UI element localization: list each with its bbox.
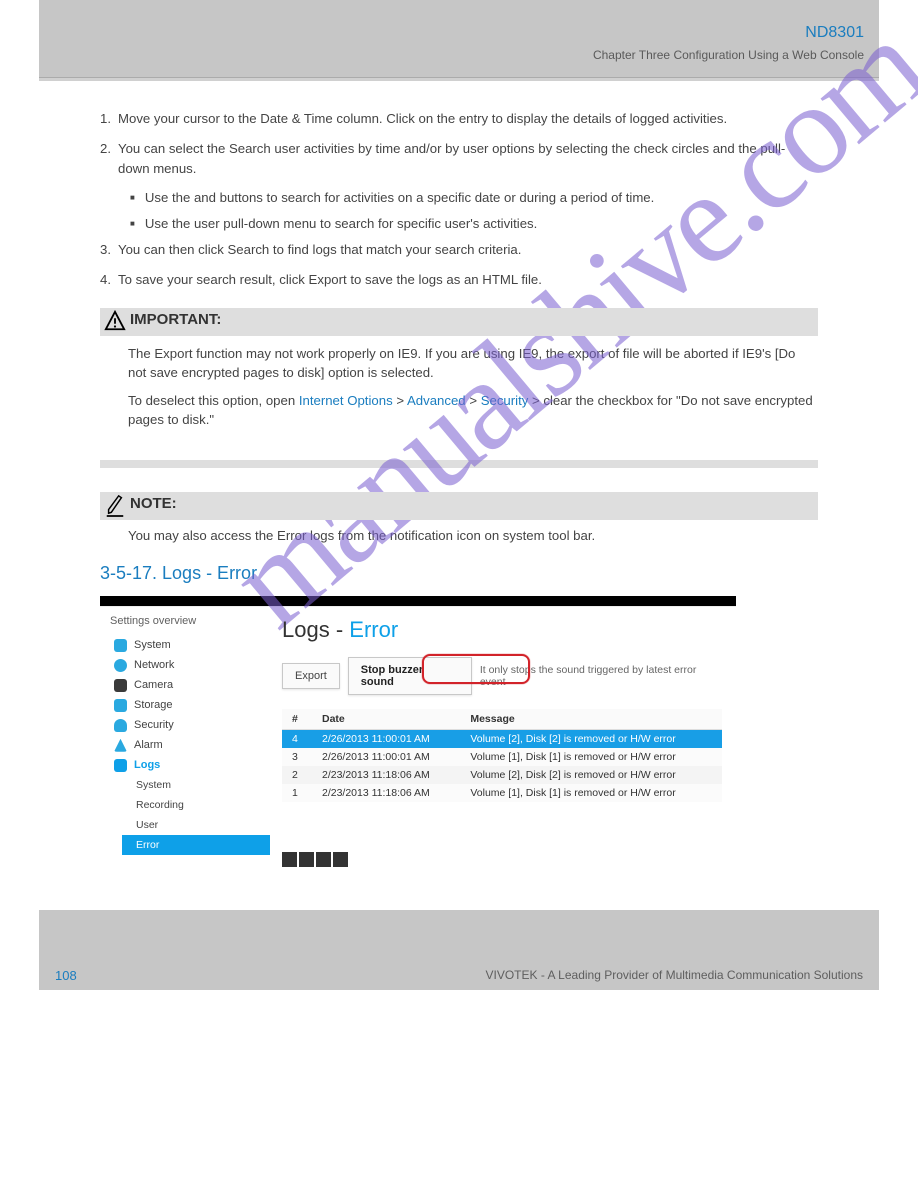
annotation-highlight <box>422 654 530 684</box>
export-button[interactable]: Export <box>282 663 340 689</box>
step-text: To save your search result, click Export… <box>118 270 814 290</box>
sidebar-sub-system[interactable]: System <box>132 775 270 795</box>
step-text: Move your cursor to the Date & Time colu… <box>118 109 814 129</box>
section-heading-error: 3-5-17. Logs - Error <box>100 563 818 584</box>
cell-n: 4 <box>282 730 312 749</box>
important-bar: IMPORTANT: <box>100 308 818 336</box>
page-title-part2: Error <box>349 617 398 642</box>
important-p1: The Export function may not work properl… <box>128 344 814 383</box>
cell-n: 1 <box>282 784 312 802</box>
page-prev-button[interactable] <box>299 852 314 867</box>
step-sub-bullet: Use the user pull-down menu to search fo… <box>100 214 818 234</box>
footer-owner: VIVOTEK - A Leading Provider of Multimed… <box>485 968 863 982</box>
step-number: 3. <box>100 240 118 260</box>
note-title: NOTE: <box>130 495 177 512</box>
sidebar-sub-error[interactable]: Error <box>122 835 270 855</box>
sidebar-item-storage[interactable]: Storage <box>110 695 270 715</box>
storage-icon <box>114 699 127 712</box>
screenshot-titlebar <box>100 596 736 606</box>
important-body: The Export function may not work properl… <box>100 344 818 468</box>
important-title: IMPORTANT: <box>130 311 221 328</box>
page-number: 108 <box>55 968 77 983</box>
table-row[interactable]: 22/23/2013 11:18:06 AMVolume [2], Disk [… <box>282 766 722 784</box>
sidebar-item-label: Security <box>134 715 174 735</box>
cell-date: 2/26/2013 11:00:01 AM <box>312 730 460 749</box>
error-log-table: # Date Message 42/26/2013 11:00:01 AMVol… <box>282 709 722 802</box>
step-text: You can then click Search to find logs t… <box>118 240 814 260</box>
network-icon <box>114 659 127 672</box>
sidebar-overview-label: Settings overview <box>110 615 270 627</box>
screenshot-logs-error: Settings overview System Network Camera … <box>100 596 736 892</box>
txt: To deselect this option, open <box>128 393 299 408</box>
txt: > <box>469 393 480 408</box>
sidebar-item-system[interactable]: System <box>110 635 270 655</box>
col-message: Message <box>460 709 722 730</box>
sidebar-item-logs[interactable]: Logs <box>110 755 270 775</box>
sidebar-item-alarm[interactable]: Alarm <box>110 735 270 755</box>
sidebar-item-label: Logs <box>134 755 160 775</box>
cell-n: 2 <box>282 766 312 784</box>
sidebar-item-label: Camera <box>134 675 173 695</box>
page-title: Logs - Error <box>282 617 724 643</box>
cell-date: 2/23/2013 11:18:06 AM <box>312 766 460 784</box>
link-security: Security <box>481 393 529 408</box>
header-model-link[interactable]: ND8301 <box>805 24 864 42</box>
step-number: 4. <box>100 270 118 290</box>
page-title-sep: - <box>330 617 350 642</box>
cell-n: 3 <box>282 748 312 766</box>
page-title-part1: Logs <box>282 617 330 642</box>
cell-date: 2/23/2013 11:18:06 AM <box>312 784 460 802</box>
steps-list: 1.Move your cursor to the Date & Time co… <box>100 109 818 290</box>
logs-panel: Logs - Error Export Stop buzzer sound It… <box>270 607 736 892</box>
sidebar-item-label: System <box>134 635 171 655</box>
link-advanced: Advanced <box>407 393 466 408</box>
sidebar-item-label: Network <box>134 655 174 675</box>
important-p2: To deselect this option, open Internet O… <box>128 391 814 430</box>
page-next-button[interactable] <box>316 852 331 867</box>
cell-msg: Volume [2], Disk [2] is removed or H/W e… <box>460 730 722 749</box>
step-number: 1. <box>100 109 118 129</box>
sidebar-item-label: Storage <box>134 695 173 715</box>
sidebar-item-security[interactable]: Security <box>110 715 270 735</box>
sidebar-item-label: Alarm <box>134 735 163 755</box>
sidebar-sub-list: System Recording User Error <box>132 775 270 855</box>
link-internet-options: Internet Options <box>299 393 393 408</box>
alarm-icon <box>114 739 127 752</box>
settings-sidebar: Settings overview System Network Camera … <box>100 607 270 892</box>
header-chapter: Chapter Three Configuration Using a Web … <box>593 48 864 62</box>
sidebar-item-network[interactable]: Network <box>110 655 270 675</box>
cell-msg: Volume [2], Disk [2] is removed or H/W e… <box>460 766 722 784</box>
col-number: # <box>282 709 312 730</box>
cell-msg: Volume [1], Disk [1] is removed or H/W e… <box>460 784 722 802</box>
page-first-button[interactable] <box>282 852 297 867</box>
step-sub-bullet: Use the and buttons to search for activi… <box>100 188 818 208</box>
footer-band: 108 VIVOTEK - A Leading Provider of Mult… <box>39 910 879 990</box>
col-date: Date <box>312 709 460 730</box>
cell-date: 2/26/2013 11:00:01 AM <box>312 748 460 766</box>
page-last-button[interactable] <box>333 852 348 867</box>
table-pager <box>282 852 724 867</box>
camera-icon <box>114 679 127 692</box>
pencil-icon <box>104 492 126 518</box>
sidebar-item-camera[interactable]: Camera <box>110 675 270 695</box>
table-row[interactable]: 12/23/2013 11:18:06 AMVolume [1], Disk [… <box>282 784 722 802</box>
sidebar-sub-user[interactable]: User <box>132 815 270 835</box>
table-row[interactable]: 42/26/2013 11:00:01 AMVolume [2], Disk [… <box>282 730 722 749</box>
step-number: 2. <box>100 139 118 159</box>
step-text: You can select the Search user activitie… <box>118 139 814 179</box>
security-icon <box>114 719 127 732</box>
system-icon <box>114 639 127 652</box>
cell-msg: Volume [1], Disk [1] is removed or H/W e… <box>460 748 722 766</box>
note-bar: NOTE: <box>100 492 818 520</box>
note-body: You may also access the Error logs from … <box>100 526 818 546</box>
sidebar-sub-recording[interactable]: Recording <box>132 795 270 815</box>
logs-icon <box>114 759 127 772</box>
txt: > <box>396 393 407 408</box>
header-band: ND8301 Chapter Three Configuration Using… <box>39 0 879 78</box>
header-rule <box>39 78 879 81</box>
table-row[interactable]: 32/26/2013 11:00:01 AMVolume [1], Disk [… <box>282 748 722 766</box>
warning-icon <box>104 310 126 332</box>
